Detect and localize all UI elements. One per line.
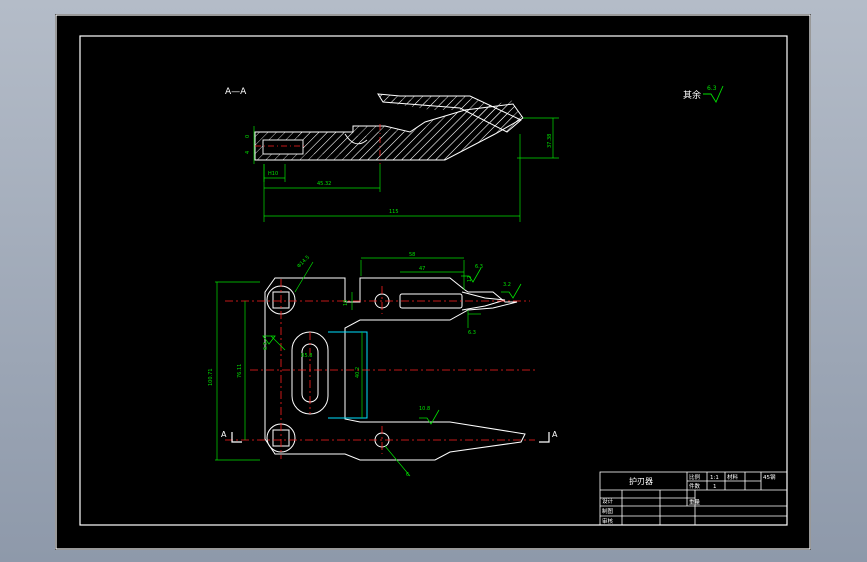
section-mark-left: A [221,430,227,439]
dim-inner-h: 40.2 [355,367,361,378]
dim-rough-c: 6.3 [468,330,476,336]
section-mark-right: A [552,430,558,439]
roughness-note-text: 其余 [683,89,701,101]
dim-slot: R5.8 [301,353,312,359]
scale-label: 比例 [689,473,701,481]
dim-rough-b: 3.2 [503,282,511,288]
draw-label: 制图 [602,507,614,515]
count-label: 件数 [689,482,701,490]
section-label: A—A [225,87,247,97]
dim-total: 115 [389,209,399,215]
scale-value: 1:1 [710,475,719,481]
weight-label: 重量 [689,498,701,506]
cad-canvas: A—A 其余 6.3 0 4 H10 45.32 115 37.38 A A Φ… [55,14,811,550]
section-view: 0 4 H10 45.32 115 37.38 [245,93,559,222]
plan-view: A A Φ14.5 58 47 10 12 6.3 3.2 6.3 100.71… [208,252,558,478]
count-value: 1 [713,484,717,490]
dim-small-right: 10.8 [419,406,430,412]
dim-total-h: 100.71 [208,369,214,387]
dim-hole-leader: 6 [406,472,409,478]
dim-slot-w: 10 [343,300,349,306]
material-label: 材料 [727,473,739,481]
review-label: 审核 [602,517,614,525]
dim-small-left: 0 [245,135,251,138]
dim-width-a: 12 [467,276,473,282]
dim-h1: 4 [245,151,251,154]
drawing-sheet: A—A 其余 6.3 0 4 H10 45.32 115 37.38 A A Φ… [55,14,811,550]
dim-hole-dia: Φ14.5 [296,255,311,270]
dim-mid: 45.32 [317,181,331,187]
design-label: 设计 [602,497,614,505]
dim-top-len2: 47 [419,266,425,272]
dim-rough-left: 6.3 [263,342,269,350]
roughness-note-value: 6.3 [707,85,717,92]
dim-right: 37.38 [547,134,553,148]
part-name: 护刃器 [629,476,653,486]
dim-rough-a: 6.3 [475,264,483,270]
dim-pitch: 76.11 [237,364,243,378]
dim-top-len: 58 [409,252,415,258]
dim-h2: H10 [268,171,278,177]
material-value: 45钢 [763,473,776,481]
